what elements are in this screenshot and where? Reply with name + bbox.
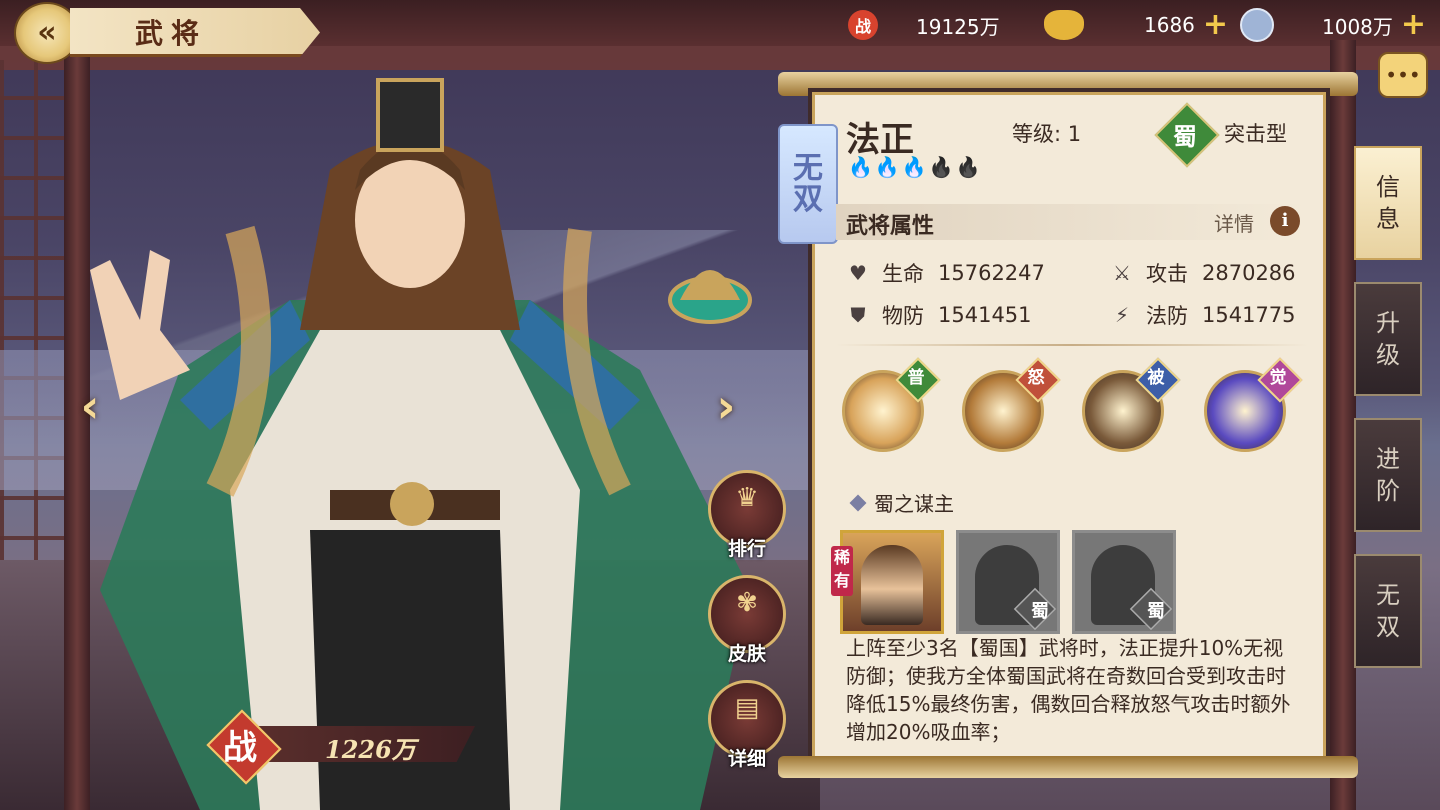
attributes-title: 武将属性 [846,214,935,239]
combo-hero-card-empty[interactable]: 蜀 [956,530,1060,634]
flame-icon: 🔥 [874,155,900,179]
tab-char: 息 [1376,205,1400,233]
skill-tag-normal: 普 [907,368,925,388]
combo-hero-card-empty[interactable]: 蜀 [1072,530,1176,634]
stat-hp: ♥ 生命 15762247 [846,258,1045,288]
hero-portrait [90,78,752,810]
stat-label: 物防 [882,304,924,328]
diamond-icon [849,494,867,511]
tab-char: 信 [1376,173,1400,201]
skill-tag-rage: 怒 [1027,368,1045,388]
gold-resource: 1686 + [1044,8,1234,42]
detail-button[interactable]: ▤ 详细 [708,680,786,770]
wushuang-char: 无 [793,150,823,186]
hero-type: 突击型 [1224,122,1287,146]
tab-char: 进 [1376,445,1400,473]
stat-magic-defense: ⚡ 法防 1541775 [1110,300,1296,330]
shield-icon: ⛊ [850,303,866,327]
tab-upgrade[interactable]: 升 级 [1354,282,1422,396]
gold-value: 1686 [1144,13,1195,37]
stat-label: 法防 [1146,304,1188,328]
ranking-label: 排行 [727,538,766,560]
combo-name: 蜀之谋主 [874,492,954,516]
sword-icon: ⚔ [1113,261,1131,285]
wushuang-char: 双 [793,182,823,217]
tab-char: 无 [1376,581,1400,609]
stat-label: 攻击 [1146,262,1188,286]
page-title: 武将 [135,17,208,50]
skin-button[interactable]: ✾ 皮肤 [708,575,786,665]
combo-description: 上阵至少3名【蜀国】武将时，法正提升10%无视防御；使我方全体蜀国武将在奇数回合… [846,636,1291,744]
skill-tag-awaken: 觉 [1269,368,1287,388]
book-icon: ▤ [734,693,760,723]
silver-resource: 1008万 + [1240,8,1430,42]
back-arrow-icon: « [37,15,57,50]
power-seal-text: 战 [223,728,257,768]
ranking-icon: ♛ [735,483,759,513]
tab-advance[interactable]: 进 阶 [1354,418,1422,532]
ranking-button[interactable]: ♛ 排行 [708,470,786,560]
hero-power-value: 1226万 [325,735,416,764]
stat-value: 1541451 [938,303,1032,327]
tab-wushuang[interactable]: 无 双 [1354,554,1422,668]
tab-char: 阶 [1376,477,1400,505]
battle-power-resource: 战 19125万 [848,8,1006,42]
stat-attack: ⚔ 攻击 2870286 [1110,258,1296,288]
skin-label: 皮肤 [727,643,766,665]
chat-bubble-icon: ••• [1385,63,1421,87]
info-icon[interactable]: i [1270,206,1300,236]
tab-char: 双 [1376,613,1400,641]
add-silver-button[interactable]: + [1401,10,1426,40]
flame-icon: 🔥 [928,155,954,179]
stat-value: 1541775 [1202,303,1296,327]
next-hero-arrow[interactable]: › [702,378,750,434]
star-flames: 🔥 🔥 🔥 🔥 🔥 [848,155,981,179]
battle-power-icon: 战 [848,10,878,40]
hero-level: 等级: 1 [1012,122,1082,146]
tab-char: 级 [1376,341,1400,369]
hero-power: 战 1226万 [205,709,475,785]
silver-value: 1008万 [1322,14,1393,39]
detail-label: 详细 [727,748,766,770]
scroll-rod-bottom [778,756,1358,778]
rare-badge: 稀有 [831,546,853,596]
stat-physical-defense: ⛊ 物防 1541451 [846,300,1032,330]
tab-info[interactable]: 信 息 [1354,146,1422,260]
chat-button[interactable]: ••• [1378,52,1428,98]
flame-icon: 🔥 [901,155,927,179]
skill-tag-passive: 被 [1147,368,1165,388]
pillar [1330,40,1356,810]
gold-ingot-icon [1044,10,1084,40]
faction-label: 蜀 [1031,601,1049,622]
battle-power-value: 19125万 [916,14,1000,39]
divider [836,344,1308,346]
stat-value: 15762247 [938,261,1045,285]
wushuang-tag: 无 双 [778,124,838,244]
magic-shield-icon: ⚡ [1114,303,1130,327]
stat-label: 生命 [882,262,924,286]
combo-hero-card[interactable] [840,530,944,634]
faction-label: 蜀 [1173,123,1197,151]
stat-value: 2870286 [1202,261,1296,285]
flame-icon: 🔥 [955,155,981,179]
faction-label: 蜀 [1147,601,1165,622]
silver-coin-icon [1240,8,1274,42]
hero-avatar [861,545,923,625]
add-gold-button[interactable]: + [1203,10,1228,40]
details-link[interactable]: 详情 [1214,208,1254,237]
tab-char: 升 [1376,309,1400,337]
heart-icon: ♥ [849,261,867,285]
combo-title: 蜀之谋主 [849,488,954,517]
skin-icon: ✾ [736,588,758,618]
hero-name: 法正 [846,120,914,160]
flame-icon: 🔥 [848,155,873,179]
prev-hero-arrow[interactable]: ‹ [66,378,114,434]
